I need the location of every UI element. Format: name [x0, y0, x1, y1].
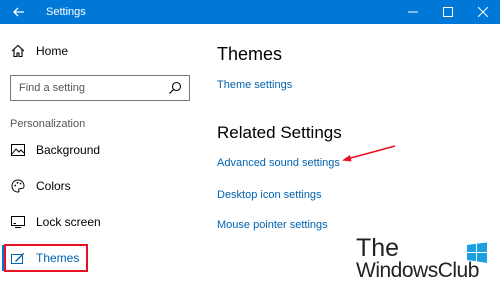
mouse-pointer-settings-link[interactable]: Mouse pointer settings [217, 218, 328, 232]
minimize-button[interactable] [396, 0, 430, 24]
related-settings-heading: Related Settings [217, 123, 342, 142]
themes-icon [11, 252, 25, 264]
sidebar-item-background[interactable]: Background [11, 140, 100, 160]
close-icon [478, 7, 488, 17]
watermark-line1: The [356, 234, 400, 262]
back-arrow-icon [13, 7, 24, 17]
section-header: Personalization [10, 118, 86, 130]
search-icon [169, 81, 182, 94]
sidebar-item-lock-screen[interactable]: Lock screen [11, 212, 101, 232]
sidebar-item-label: Themes [36, 251, 80, 265]
sidebar: Home Find a setting Personalization Back… [0, 24, 200, 287]
close-button[interactable] [466, 0, 500, 24]
advanced-sound-settings-link[interactable]: Advanced sound settings [217, 156, 340, 170]
home-label: Home [36, 44, 69, 58]
sidebar-item-label: Background [36, 143, 101, 157]
sidebar-item-themes[interactable]: Themes [11, 248, 79, 268]
home-icon [11, 44, 25, 58]
maximize-icon [443, 7, 453, 17]
search-placeholder: Find a setting [19, 82, 86, 94]
theme-settings-link[interactable]: Theme settings [217, 78, 292, 92]
title-bar: Settings [0, 0, 500, 24]
windowsclub-logo-icon [467, 242, 487, 263]
back-button[interactable] [0, 0, 38, 24]
maximize-button[interactable] [431, 0, 465, 24]
watermark-line2: WindowsClub [356, 259, 479, 282]
minimize-icon [408, 11, 418, 13]
window-title: Settings [46, 6, 86, 18]
search-input[interactable]: Find a setting [10, 75, 190, 101]
home-nav-item[interactable]: Home [11, 41, 68, 61]
sidebar-item-label: Colors [36, 179, 71, 193]
sidebar-item-colors[interactable]: Colors [11, 176, 71, 196]
page-title: Themes [217, 44, 283, 64]
palette-icon [11, 179, 25, 193]
background-icon [11, 144, 25, 156]
annotation-arrow-icon [342, 145, 396, 162]
sidebar-item-label: Lock screen [36, 215, 101, 229]
watermark: The WindowsClub [356, 234, 496, 284]
desktop-icon-settings-link[interactable]: Desktop icon settings [217, 188, 322, 202]
lock-screen-icon [11, 216, 25, 228]
